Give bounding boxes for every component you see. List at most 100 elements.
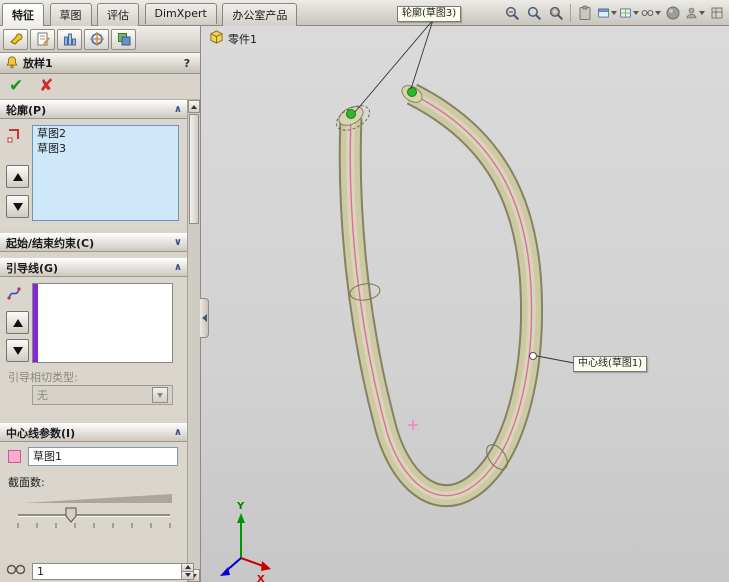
- zoom-to-fit-icon[interactable]: [524, 3, 544, 23]
- loft-bell-icon: [5, 55, 19, 72]
- guide-curves-group-label: 引导线(G): [6, 261, 59, 275]
- profiles-selection-icon: [6, 127, 22, 146]
- dimxpertmanager-tab-icon[interactable]: [84, 28, 109, 50]
- centerline-point-marker[interactable]: [529, 352, 537, 360]
- dropdown-caret-icon: [611, 11, 617, 15]
- view-heads-up-toolbar: [502, 3, 727, 23]
- sections-density-wedge: [24, 494, 172, 503]
- scroll-up-button[interactable]: [188, 100, 200, 113]
- centerline-selection-icon: [8, 450, 21, 463]
- collapse-chevron-icon: ∧: [173, 426, 182, 438]
- panel-scrollbar[interactable]: [187, 100, 200, 582]
- property-manager-panel: 放样1 ? ✔ ✘ 轮廓(P) ∧ 草图2 草图3 起始/结束约束(C) ∨ 引…: [0, 26, 201, 582]
- spinner-value: 1: [37, 564, 44, 578]
- tab-evaluate[interactable]: 评估: [97, 3, 139, 27]
- centerline-field[interactable]: 草图1: [28, 447, 178, 466]
- down-arrow-icon: [12, 346, 23, 355]
- propertymanager-tab-icon[interactable]: [30, 28, 55, 50]
- slider-thumb[interactable]: [65, 507, 77, 523]
- up-arrow-icon: [12, 318, 23, 327]
- start-end-constraints-label: 起始/结束约束(C): [6, 236, 95, 250]
- profile-vertex-right[interactable]: [407, 87, 417, 97]
- profile-vertex-left[interactable]: [346, 109, 356, 119]
- sections-slider[interactable]: [14, 506, 174, 532]
- display-style-icon[interactable]: [619, 3, 639, 23]
- displaymanager-tab-icon[interactable]: [111, 28, 136, 50]
- graphics-viewport[interactable]: 零件1 Y X: [200, 19, 729, 582]
- collapse-chevron-icon: ∧: [173, 261, 182, 273]
- dropdown-caret-icon: [699, 11, 705, 15]
- sections-count-label: 截面数:: [8, 476, 45, 489]
- up-arrow-icon: [12, 172, 23, 181]
- clipboard-icon[interactable]: [575, 3, 595, 23]
- move-guide-up-button[interactable]: [6, 311, 29, 334]
- tab-dimxpert[interactable]: DimXpert: [144, 3, 217, 24]
- move-profile-up-button[interactable]: [6, 165, 29, 188]
- centerline-callout[interactable]: 中心线(草图1): [573, 356, 648, 372]
- list-item[interactable]: 草图2: [33, 126, 178, 141]
- tab-sketch[interactable]: 草图: [49, 3, 92, 27]
- panel-bottom-row: 1: [0, 561, 200, 581]
- view-orientation-icon[interactable]: [641, 3, 661, 23]
- profiles-listbox[interactable]: 草图2 草图3: [32, 125, 179, 221]
- up-arrow-icon: [184, 565, 191, 569]
- toolbar-separator: [570, 4, 571, 22]
- section-view-icon[interactable]: [597, 3, 617, 23]
- guide-tangency-dropdown[interactable]: 无: [32, 385, 173, 405]
- cancel-x-icon[interactable]: ✘: [39, 78, 53, 95]
- dropdown-button[interactable]: [152, 387, 168, 403]
- profile-callout[interactable]: 轮廓(草图3): [397, 6, 462, 22]
- property-manager-titlebar: 放样1 ?: [0, 53, 200, 74]
- dropdown-caret-icon: [157, 392, 163, 398]
- scrollbar-thumb[interactable]: [189, 114, 199, 224]
- spin-up-button[interactable]: [182, 563, 193, 572]
- down-arrow-icon: [184, 573, 191, 577]
- guide-tangency-label: 引导相切类型:: [8, 371, 78, 384]
- zoom-in-out-icon[interactable]: [502, 3, 522, 23]
- profiles-group-body: 草图2 草图3: [0, 119, 188, 227]
- up-arrow-icon: [191, 104, 197, 109]
- move-guide-down-button[interactable]: [6, 339, 29, 362]
- ok-check-icon[interactable]: ✔: [9, 78, 23, 95]
- expand-chevron-icon: ∨: [173, 236, 182, 248]
- zoom-to-area-icon[interactable]: [546, 3, 566, 23]
- tab-features[interactable]: 特征: [2, 3, 44, 27]
- appearance-sphere-icon[interactable]: [663, 3, 683, 23]
- solidworks-window: 特征 草图 评估 DimXpert 办公室产品 放样1 ? ✔ ✘ 轮廓(P) …: [0, 0, 729, 582]
- reference-triad: Y X: [220, 501, 271, 582]
- user-icon[interactable]: [685, 3, 705, 23]
- guide-curves-group-body: 引导相切类型: 无: [0, 277, 188, 417]
- profiles-group-header[interactable]: 轮廓(P) ∧: [0, 100, 188, 119]
- guide-curves-listbox[interactable]: [32, 283, 173, 363]
- preview-count-spinner[interactable]: 1: [32, 562, 194, 580]
- configurationmanager-tab-icon[interactable]: [57, 28, 82, 50]
- down-arrow-icon: [12, 202, 23, 211]
- dropdown-caret-icon: [655, 11, 661, 15]
- options-grid-icon[interactable]: [707, 3, 727, 23]
- guide-curves-selection-icon: [6, 285, 22, 304]
- command-manager-tabbar: 特征 草图 评估 DimXpert 办公室产品: [0, 0, 729, 27]
- guide-callout-color-strip: [33, 284, 38, 362]
- guide-curves-group-header[interactable]: 引导线(G) ∧: [0, 258, 188, 277]
- guide-tangency-value: 无: [37, 389, 48, 402]
- ok-cancel-row: ✔ ✘: [0, 74, 200, 100]
- list-item[interactable]: 草图3: [33, 141, 178, 156]
- featuremanager-tab-icon[interactable]: [3, 28, 28, 50]
- spin-down-button[interactable]: [182, 571, 193, 579]
- help-button[interactable]: ?: [179, 57, 195, 70]
- triad-y-label: Y: [236, 501, 245, 512]
- collapse-chevron-icon: ∧: [173, 103, 182, 115]
- loft-preview-scene[interactable]: Y X: [201, 19, 729, 582]
- centerline-group-header[interactable]: 中心线参数(I) ∧: [0, 423, 188, 442]
- move-profile-down-button[interactable]: [6, 195, 29, 218]
- centerline-group-body: 草图1 截面数:: [0, 442, 188, 560]
- eyeglasses-preview-icon[interactable]: [6, 563, 26, 579]
- tab-office-products[interactable]: 办公室产品: [222, 3, 298, 27]
- triad-x-label: X: [257, 574, 265, 582]
- property-manager-body: 轮廓(P) ∧ 草图2 草图3 起始/结束约束(C) ∨ 引导线(G) ∧ 引导…: [0, 100, 200, 582]
- centerline-group-label: 中心线参数(I): [6, 426, 76, 440]
- panel-tab-strip: [0, 26, 200, 53]
- sketch-origin-cross-icon: [408, 420, 418, 430]
- start-end-constraints-group-header[interactable]: 起始/结束约束(C) ∨: [0, 233, 188, 252]
- property-manager-title: 放样1: [23, 57, 53, 70]
